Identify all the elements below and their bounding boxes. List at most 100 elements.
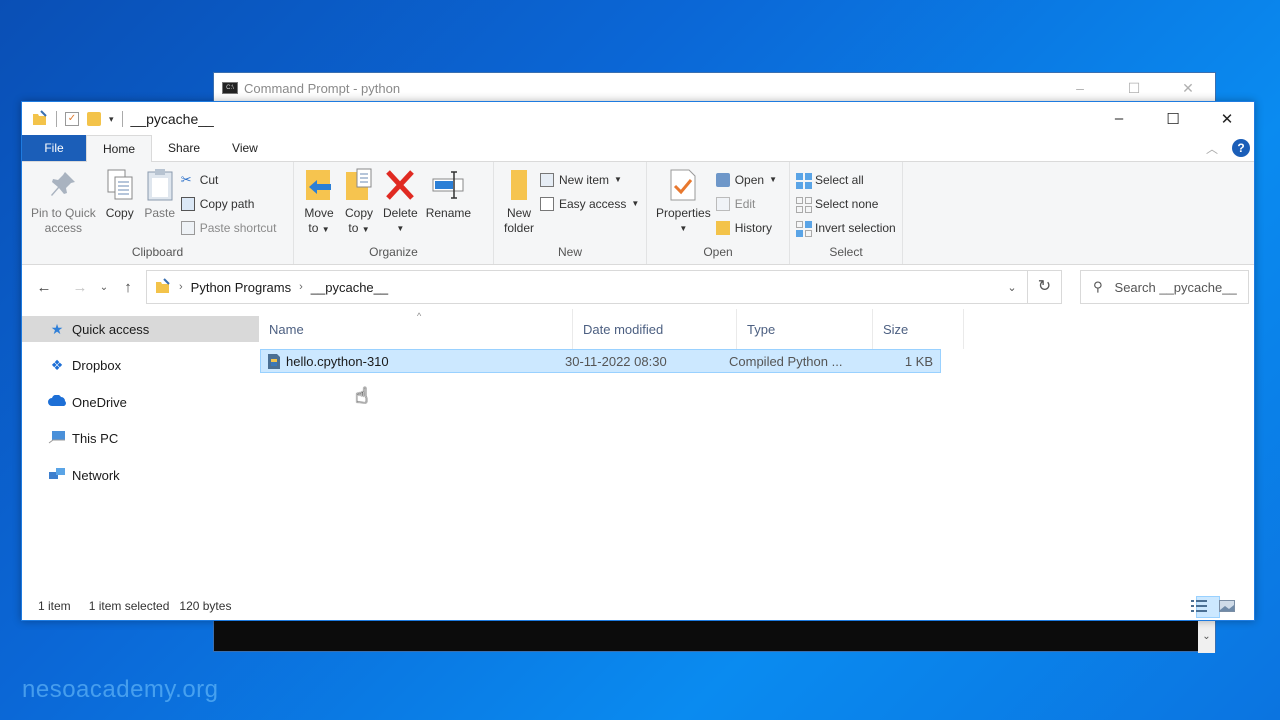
nav-item-this-pc[interactable]: This PC — [22, 426, 259, 452]
large-icons-view-button[interactable] — [1219, 596, 1248, 618]
sort-ascending-icon: ^ — [417, 311, 422, 321]
copy-to-button[interactable]: Copy to ▼ — [340, 166, 378, 242]
move-to-icon — [303, 168, 335, 202]
group-new: New folder New item ▼ Easy access ▼ New — [494, 162, 647, 264]
new-item-button[interactable]: New item ▼ — [540, 169, 639, 190]
paste-shortcut-button[interactable]: Paste shortcut — [180, 217, 276, 238]
column-header-date-modified[interactable]: Date modified — [573, 309, 737, 349]
cmd-icon: C:\ — [222, 82, 238, 94]
delete-button[interactable]: Delete ▼ — [380, 166, 421, 242]
customize-qat-icon[interactable]: ▾ — [109, 114, 114, 125]
tab-home[interactable]: Home — [86, 135, 153, 162]
breadcrumb-chevron-icon[interactable]: › — [179, 281, 183, 293]
tab-view[interactable]: View — [216, 135, 274, 161]
cmd-maximize-button[interactable]: ☐ — [1107, 80, 1161, 97]
file-name: hello.cpython-310 — [286, 353, 389, 369]
cmd-minimize-button[interactable]: – — [1053, 80, 1107, 97]
nav-item-quick-access[interactable]: ★ Quick access — [22, 316, 259, 342]
watermark: nesoacademy.org — [22, 676, 219, 703]
nav-item-dropbox[interactable]: ❖ Dropbox — [22, 353, 259, 379]
onedrive-icon — [48, 394, 66, 410]
nav-item-onedrive[interactable]: OneDrive — [22, 389, 259, 415]
group-label-open: Open — [703, 245, 733, 259]
forward-button[interactable]: → — [68, 279, 92, 296]
explorer-titlebar[interactable]: ✓ ▾ __pycache__ – ☐ ✕ — [22, 102, 1254, 136]
recent-locations-button[interactable]: ⌄ — [92, 282, 116, 293]
status-item-count: 1 item — [38, 599, 71, 613]
invert-selection-button[interactable]: Invert selection — [796, 217, 896, 238]
search-icon: ⚲ — [1093, 279, 1103, 294]
properties-button[interactable]: Properties ▼ — [653, 166, 714, 242]
paste-shortcut-icon — [180, 220, 195, 235]
properties-icon[interactable]: ✓ — [65, 112, 79, 126]
details-view-button[interactable] — [1191, 596, 1220, 618]
nav-item-network[interactable]: Network — [22, 462, 259, 488]
group-label-select: Select — [829, 245, 863, 259]
breadcrumb-python-programs[interactable]: Python Programs — [191, 280, 291, 295]
tab-share[interactable]: Share — [152, 135, 216, 161]
column-header-name[interactable]: ^ Name — [259, 309, 573, 349]
paste-button[interactable]: Paste — [141, 166, 179, 242]
properties-icon — [667, 168, 699, 202]
group-label-organize: Organize — [369, 245, 418, 259]
move-to-button[interactable]: Move to ▼ — [300, 166, 338, 242]
open-icon — [715, 172, 730, 187]
breadcrumb-pycache[interactable]: __pycache__ — [311, 280, 388, 295]
navigation-pane: ★ Quick access ❖ Dropbox OneDrive This P… — [22, 309, 259, 609]
refresh-button[interactable]: ↻ — [1028, 270, 1062, 304]
search-placeholder: Search __pycache__ — [1114, 279, 1237, 295]
copy-icon — [104, 168, 136, 202]
cmd-close-button[interactable]: ✕ — [1161, 80, 1215, 97]
close-button[interactable]: ✕ — [1200, 110, 1254, 128]
large-icons-view-icon — [1219, 599, 1235, 615]
tab-file[interactable]: File — [22, 135, 86, 161]
cmd-titlebar[interactable]: C:\ Command Prompt - python – ☐ ✕ — [214, 73, 1215, 103]
address-dropdown-icon[interactable]: ⌄ — [997, 281, 1027, 294]
select-none-icon — [796, 196, 812, 213]
copy-button[interactable]: Copy — [101, 166, 139, 242]
ribbon: Pin to Quick access Copy Paste ✂ Cut Cop… — [22, 162, 1254, 265]
dropbox-icon: ❖ — [50, 357, 64, 373]
help-icon[interactable]: ? — [1232, 139, 1250, 157]
select-all-button[interactable]: Select all — [796, 169, 896, 190]
rename-button[interactable]: Rename — [423, 166, 474, 242]
navigation-bar: ← → ⌄ ↑ › Python Programs › __pycache__ … — [22, 265, 1254, 309]
group-label-clipboard: Clipboard — [131, 245, 184, 259]
folder-pin-icon[interactable] — [32, 109, 48, 129]
new-folder-icon[interactable] — [87, 112, 101, 126]
address-bar[interactable]: › Python Programs › __pycache__ ⌄ — [146, 270, 1028, 304]
back-button[interactable]: ← — [32, 279, 56, 296]
pin-to-quick-access-button[interactable]: Pin to Quick access — [28, 166, 99, 242]
up-button[interactable]: ↑ — [116, 279, 140, 296]
easy-access-button[interactable]: Easy access ▼ — [540, 193, 639, 214]
cmd-scroll-down-button[interactable]: ⌄ — [1198, 621, 1215, 653]
file-row[interactable]: hello.cpython-310 30-11-2022 08:30 Compi… — [260, 349, 941, 373]
collapse-ribbon-icon[interactable]: ︿ — [1206, 140, 1218, 157]
cut-button[interactable]: ✂ Cut — [181, 169, 277, 190]
edit-button[interactable]: Edit — [715, 193, 777, 214]
column-header-size[interactable]: Size — [873, 309, 964, 349]
group-label-new: New — [557, 245, 582, 259]
open-button[interactable]: Open ▼ — [715, 169, 777, 190]
history-button[interactable]: History — [715, 217, 777, 238]
ribbon-tabs: File Home Share View ︿ ? — [22, 135, 1254, 162]
copy-path-icon — [180, 196, 195, 211]
breadcrumb-chevron-icon[interactable]: › — [299, 281, 303, 293]
file-explorer-window[interactable]: ✓ ▾ __pycache__ – ☐ ✕ File Home Share Vi… — [21, 101, 1255, 621]
file-date-modified: 30-11-2022 08:30 — [565, 353, 667, 369]
search-box[interactable]: ⚲ Search __pycache__ — [1080, 270, 1249, 304]
status-bar: 1 item 1 item selected 120 bytes — [22, 592, 1254, 620]
new-item-icon — [540, 172, 554, 187]
select-none-button[interactable]: Select none — [796, 193, 896, 214]
column-headers: ^ Name Date modified Type Size — [259, 309, 1254, 349]
maximize-button[interactable]: ☐ — [1146, 110, 1200, 128]
computer-icon — [48, 430, 66, 447]
column-header-type[interactable]: Type — [737, 309, 873, 349]
minimize-button[interactable]: – — [1092, 110, 1146, 128]
star-icon: ★ — [50, 320, 64, 337]
new-folder-button[interactable]: New folder — [500, 166, 538, 242]
easy-access-icon — [540, 196, 554, 211]
status-selected: 1 item selected — [88, 599, 170, 613]
copy-path-button[interactable]: Copy path — [180, 193, 277, 214]
edit-icon — [715, 196, 730, 211]
